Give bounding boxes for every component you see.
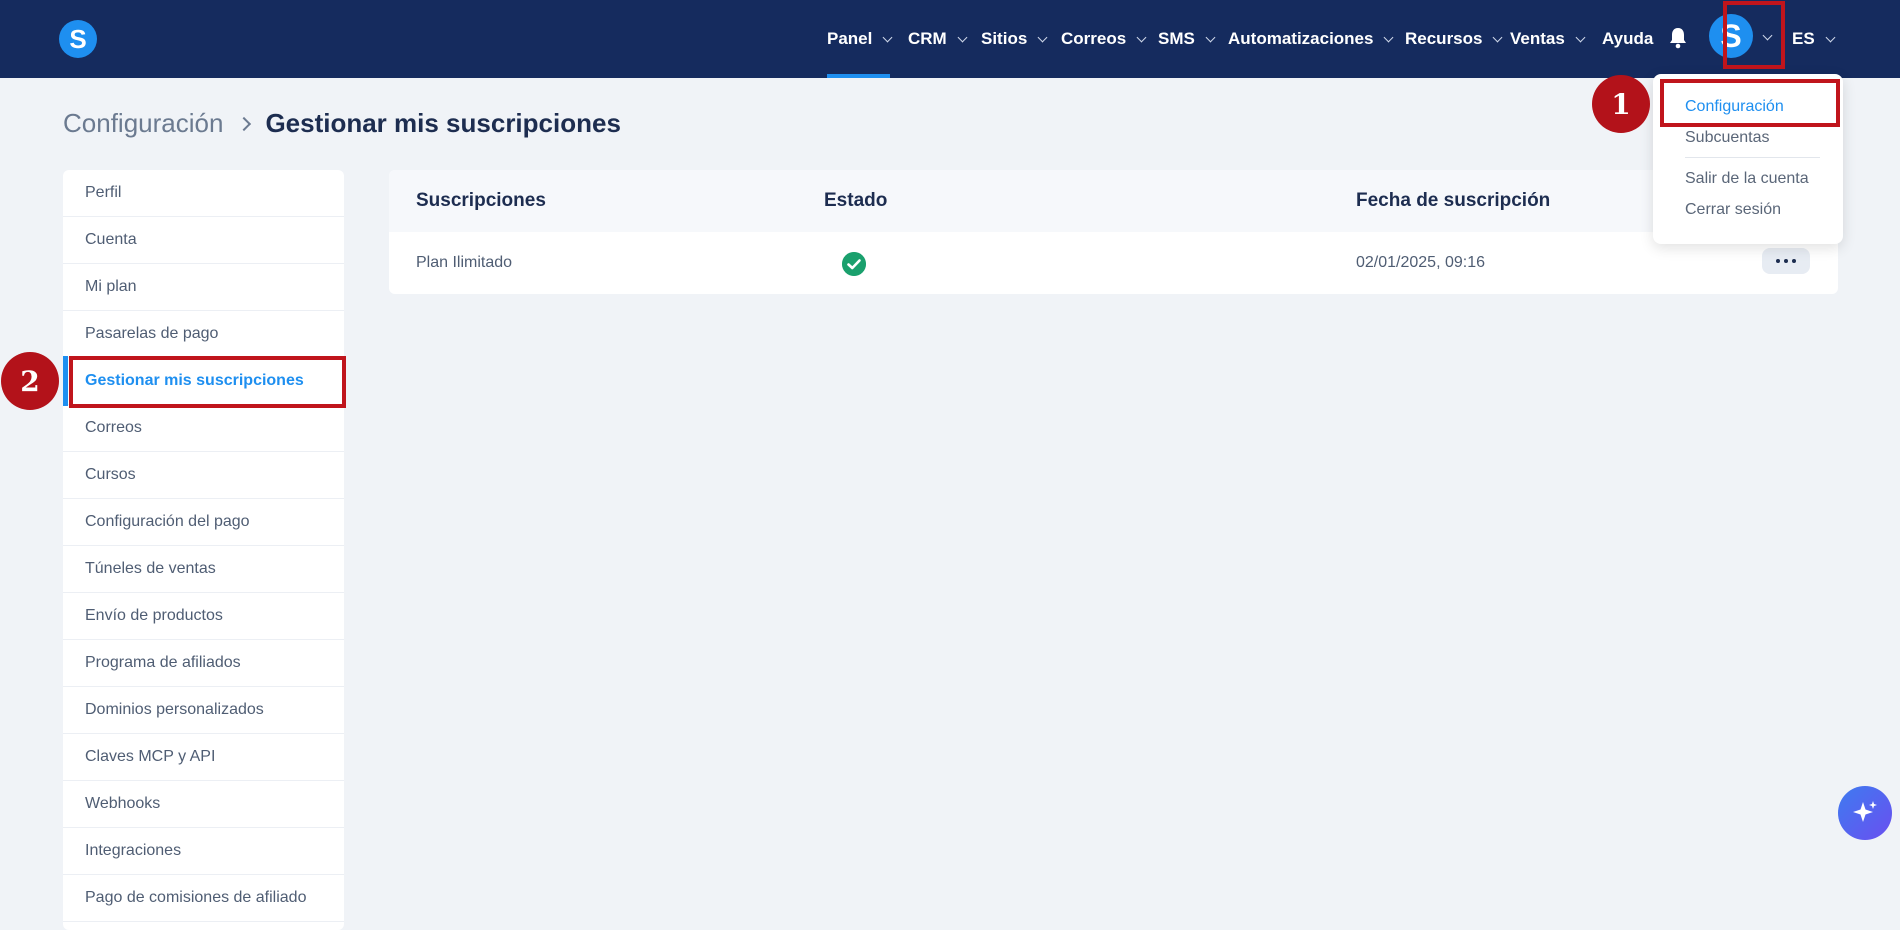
sidebar-item-claves[interactable]: Claves MCP y API: [63, 734, 344, 781]
chevron-right-icon: [237, 116, 252, 131]
bell-icon[interactable]: [1668, 26, 1688, 50]
menu-divider: [1685, 157, 1820, 158]
column-header-subscriptions: Suscripciones: [416, 190, 546, 211]
menu-item-subcuentas[interactable]: Subcuentas: [1685, 129, 1770, 147]
sidebar-item-label: Túneles de ventas: [85, 560, 216, 577]
sidebar-item-tuneles[interactable]: Túneles de ventas: [63, 546, 344, 593]
assistant-button[interactable]: [1838, 786, 1892, 840]
sidebar-item-config-pago[interactable]: Configuración del pago: [63, 499, 344, 546]
nav-label: Ventas: [1510, 29, 1565, 48]
chevron-down-icon: [1037, 32, 1048, 42]
menu-item-cerrar-sesion[interactable]: Cerrar sesión: [1685, 201, 1781, 219]
sidebar-item-correos[interactable]: Correos: [63, 405, 344, 452]
chevron-down-icon: [1136, 32, 1147, 42]
menu-highlight-box: [1660, 79, 1840, 127]
sidebar-active-indicator: [63, 356, 68, 406]
breadcrumb-root[interactable]: Configuración: [63, 108, 223, 139]
sidebar-item-label: Configuración del pago: [85, 513, 250, 530]
nav-item-recursos[interactable]: Recursos: [1405, 0, 1503, 78]
chevron-down-icon: [1575, 32, 1586, 42]
step-marker-1: 1: [1592, 75, 1650, 133]
nav-item-correos[interactable]: Correos: [1061, 0, 1147, 78]
sidebar-item-comisiones[interactable]: Pago de comisiones de afiliado: [63, 875, 344, 922]
nav-item-crm[interactable]: CRM: [908, 0, 968, 78]
sidebar-item-label: Pasarelas de pago: [85, 325, 219, 342]
chevron-down-icon: [1825, 32, 1836, 42]
language-label: ES: [1792, 29, 1815, 48]
nav-label: Correos: [1061, 29, 1127, 48]
marker-number: 1: [1611, 87, 1631, 121]
sidebar-item-label: Webhooks: [85, 795, 161, 812]
nav-label: Automatizaciones: [1228, 29, 1374, 48]
marker-number: 2: [20, 364, 40, 398]
chevron-down-icon: [1493, 32, 1503, 42]
nav-label: Recursos: [1405, 29, 1483, 48]
sidebar-item-envio[interactable]: Envío de productos: [63, 593, 344, 640]
sidebar-item-cursos[interactable]: Cursos: [63, 452, 344, 499]
sidebar-item-perfil[interactable]: Perfil: [63, 170, 344, 217]
nav-label: SMS: [1158, 29, 1195, 48]
nav-label: Panel: [827, 29, 873, 48]
sidebar-item-pasarelas[interactable]: Pasarelas de pago: [63, 311, 344, 358]
dot-icon: [1776, 259, 1780, 263]
sidebar-item-cuenta[interactable]: Cuenta: [63, 217, 344, 264]
sidebar-item-label: Claves MCP y API: [85, 748, 216, 765]
nav-item-panel[interactable]: Panel: [827, 0, 893, 78]
chevron-down-icon: [957, 32, 968, 42]
sidebar-item-label: Integraciones: [85, 842, 182, 859]
subscriptions-table: Suscripciones Estado Fecha de suscripció…: [389, 170, 1838, 294]
column-header-status: Estado: [824, 190, 888, 211]
step-marker-2: 2: [1, 352, 59, 410]
sidebar-item-label: Pago de comisiones de afiliado: [85, 889, 307, 906]
nav-item-sitios[interactable]: Sitios: [981, 0, 1048, 78]
nav-item-ventas[interactable]: Ventas: [1510, 0, 1586, 78]
sidebar-item-webhooks[interactable]: Webhooks: [63, 781, 344, 828]
sidebar-item-dominios[interactable]: Dominios personalizados: [63, 687, 344, 734]
sparkle-icon: [1853, 801, 1877, 822]
sidebar-highlight-box: [69, 356, 346, 408]
language-selector[interactable]: ES: [1792, 0, 1836, 78]
sidebar-item-label: Cursos: [85, 466, 136, 483]
nav-label: Sitios: [981, 29, 1028, 48]
nav-label: Ayuda: [1602, 29, 1654, 48]
sidebar-item-label: Envío de productos: [85, 607, 223, 624]
sidebar-item-label: Dominios personalizados: [85, 701, 264, 718]
main-nav: Panel CRM Sitios Correos SMS Automatizac…: [0, 0, 1900, 78]
nav-item-sms[interactable]: SMS: [1158, 0, 1216, 78]
subscription-date: 02/01/2025, 09:16: [1356, 254, 1486, 271]
chevron-down-icon: [882, 32, 893, 42]
dot-icon: [1784, 259, 1788, 263]
nav-item-automatizaciones[interactable]: Automatizaciones: [1228, 0, 1394, 78]
page-title: Gestionar mis suscripciones: [265, 108, 621, 138]
menu-item-salir-cuenta[interactable]: Salir de la cuenta: [1685, 170, 1809, 188]
nav-item-ayuda[interactable]: Ayuda: [1602, 0, 1653, 78]
chevron-down-icon: [1384, 32, 1394, 42]
more-options-button[interactable]: [1762, 248, 1810, 274]
sidebar-item-mi-plan[interactable]: Mi plan: [63, 264, 344, 311]
table-row: Plan Ilimitado 02/01/2025, 09:16: [389, 232, 1838, 294]
chevron-down-icon: [1205, 32, 1216, 42]
sidebar-item-label: Perfil: [85, 184, 122, 201]
sidebar-item-label: Correos: [85, 419, 142, 436]
check-circle-icon: [842, 252, 866, 276]
top-navigation-bar: S Panel CRM Sitios Correos SMS Automatiz…: [0, 0, 1900, 78]
sidebar-item-label: Cuenta: [85, 231, 137, 248]
dot-icon: [1792, 259, 1796, 263]
settings-sidebar: Perfil Cuenta Mi plan Pasarelas de pago …: [63, 170, 344, 930]
sidebar-item-afiliados[interactable]: Programa de afiliados: [63, 640, 344, 687]
avatar-highlight-box: [1723, 1, 1785, 69]
breadcrumb: Configuración Gestionar mis suscripcione…: [63, 108, 621, 139]
sidebar-item-integraciones[interactable]: Integraciones: [63, 828, 344, 875]
subscription-name: Plan Ilimitado: [416, 254, 513, 271]
table-header: Suscripciones Estado Fecha de suscripció…: [389, 170, 1838, 232]
column-header-date: Fecha de suscripción: [1356, 190, 1551, 211]
nav-label: CRM: [908, 29, 947, 48]
sidebar-item-label: Mi plan: [85, 278, 137, 295]
nav-active-indicator: [827, 74, 890, 78]
sidebar-item-label: Programa de afiliados: [85, 654, 241, 671]
